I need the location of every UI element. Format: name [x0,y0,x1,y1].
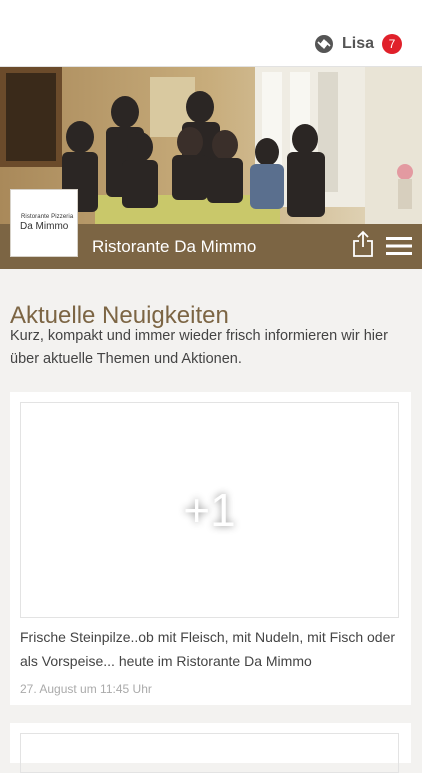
news-intro: Kurz, kompakt und immer wieder frisch in… [10,328,388,367]
image-count-overlay: +1 [183,484,236,536]
news-post-card-next[interactable] [10,723,411,773]
post-image-next[interactable] [20,733,399,773]
logo-name: Da Mimmo [20,221,69,232]
restaurant-logo: Ristorante Pizzeria Da Mimmo [10,189,78,257]
restaurant-title: Ristorante Da Mimmo [92,237,257,256]
notification-badge[interactable]: 7 [382,34,402,54]
user-profile[interactable]: Lisa 7 [314,32,402,56]
hamburger-menu-icon[interactable] [386,236,412,256]
news-post-card[interactable]: +1 Frische Steinpilze..ob mit Fleisch, m… [10,392,411,705]
user-name[interactable]: Lisa [342,35,374,53]
top-bar: Lisa 7 [0,0,422,67]
post-text: Frische Steinpilze..ob mit Fleisch, mit … [20,629,396,669]
post-image[interactable]: +1 [20,402,399,618]
logo-subtitle: Ristorante Pizzeria [21,214,74,220]
post-date: 27. August um 11:45 Uhr [20,682,152,696]
pin-logo-icon [314,35,333,53]
share-icon[interactable] [352,230,374,258]
